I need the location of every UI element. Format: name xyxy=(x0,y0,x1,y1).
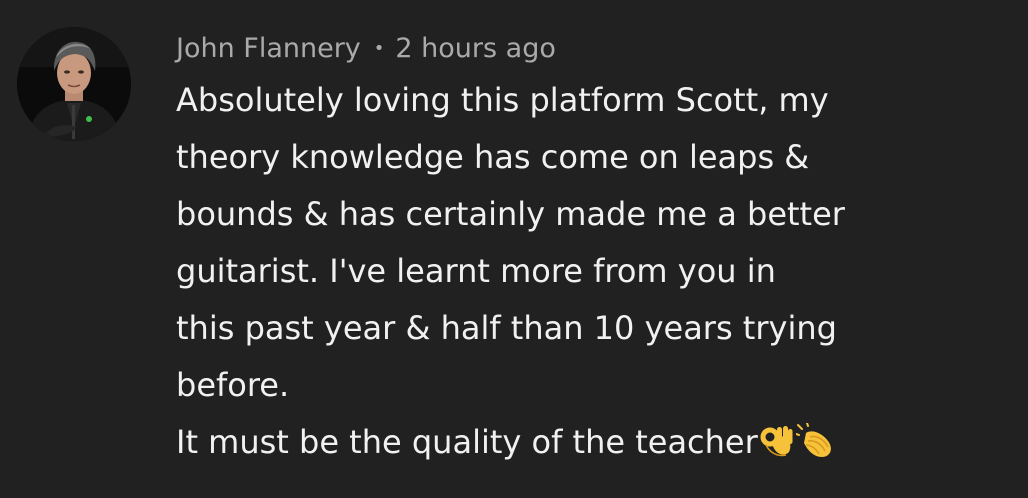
clapping-hands-icon xyxy=(794,420,836,477)
comment-text: Absolutely loving this platform Scott, m… xyxy=(176,72,996,471)
comment-line: guitarist. I've learnt more from you in xyxy=(176,252,776,290)
comment-card: John Flannery • 2 hours ago Absolutely l… xyxy=(0,0,1028,498)
comment-line: theory knowledge has come on leaps & xyxy=(176,138,810,176)
author-name[interactable]: John Flannery xyxy=(176,33,361,64)
comment-last-line: It must be the quality of the teacher xyxy=(176,414,996,471)
timestamp[interactable]: 2 hours ago xyxy=(395,33,555,64)
separator-dot: • xyxy=(373,37,385,59)
comment-line: It must be the quality of the teacher xyxy=(176,423,758,461)
comment-header: John Flannery • 2 hours ago xyxy=(176,26,556,70)
comment-line: bounds & has certainly made me a better xyxy=(176,195,845,233)
comment-line: before. xyxy=(176,366,290,404)
ok-hand-icon xyxy=(760,420,794,477)
user-photo-icon xyxy=(17,27,131,141)
comment-line: this past year & half than 10 years tryi… xyxy=(176,309,837,347)
avatar[interactable] xyxy=(17,27,131,141)
comment-line: Absolutely loving this platform Scott, m… xyxy=(176,81,829,119)
